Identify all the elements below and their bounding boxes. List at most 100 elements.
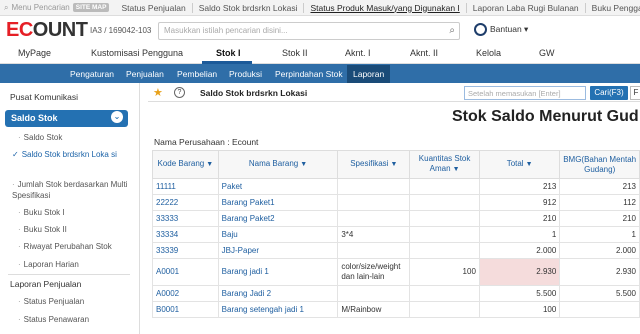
global-search-input[interactable]: Masukkan istilah pencarian disini... ⌕: [158, 22, 460, 40]
subnav-laporan[interactable]: Laporan: [347, 65, 391, 83]
cell-total: 2.930: [478, 258, 561, 286]
cell-safe-qty: [409, 194, 480, 211]
top-tab-buku-penggajian[interactable]: Buku Penggajian: [586, 3, 640, 13]
cell-name[interactable]: JBJ-Paper: [217, 242, 339, 259]
nav-aknt-ii[interactable]: Aknt. II: [410, 48, 438, 58]
cell-name[interactable]: Barang jadi 1: [217, 258, 339, 286]
cell-spec: [337, 194, 411, 211]
nav-aknt-i[interactable]: Aknt. I: [345, 48, 371, 58]
cell-bmg: 2.000: [559, 242, 640, 259]
nav-kelola[interactable]: Kelola: [476, 48, 501, 58]
subnav-pembelian[interactable]: Pembelian: [177, 69, 217, 79]
sidebar-item-status-penawaran[interactable]: · Status Penawaran: [18, 314, 136, 325]
nav-gw[interactable]: GW: [539, 48, 555, 58]
subnav-produksi[interactable]: Produksi: [229, 69, 262, 79]
cell-name[interactable]: Barang Paket1: [217, 194, 339, 211]
cell-name[interactable]: Barang setengah jadi 1: [217, 301, 339, 318]
cell-safe-qty: [409, 178, 480, 195]
subnav-pengaturan[interactable]: Pengaturan: [70, 69, 114, 79]
check-icon: ✓: [12, 150, 19, 159]
cell-total: 2.000: [478, 242, 561, 259]
help-menu[interactable]: Bantuan ▾: [474, 23, 528, 36]
col-header-nama-barang[interactable]: Nama Barang ▼: [217, 150, 339, 179]
page-title: Saldo Stok brdsrkn Lokasi: [200, 88, 308, 98]
table-row: 11111 Paket 213 213: [152, 178, 640, 195]
cell-code[interactable]: A0002: [152, 285, 219, 302]
sort-down-icon: ▼: [206, 161, 214, 168]
top-tab-status-produk[interactable]: Status Produk Masuk/yang Digunakan I: [304, 2, 467, 13]
sidebar: Pusat Komunikasi Saldo Stok ⌄ · Saldo Sto…: [0, 83, 140, 334]
cell-bmg: [559, 301, 640, 318]
table-row: 22222 Barang Paket1 912 112: [152, 194, 640, 211]
sort-down-icon: ▼: [390, 161, 398, 168]
cell-bmg: 2.930: [559, 258, 640, 286]
cell-code[interactable]: 22222: [152, 194, 219, 211]
cell-safe-qty: [409, 301, 480, 318]
cell-safe-qty: [409, 242, 480, 259]
subnav-perpindahan-stok[interactable]: Perpindahan Stok: [275, 69, 343, 79]
extra-button[interactable]: F: [630, 86, 640, 100]
cell-safe-qty: 100: [409, 258, 480, 286]
cell-bmg: 112: [559, 194, 640, 211]
help-question-icon[interactable]: ?: [174, 87, 185, 98]
sidebar-item-laporan-harian[interactable]: · Laporan Harian: [18, 259, 136, 270]
ecount-logo[interactable]: ECOUNT: [6, 19, 88, 42]
col-header-kode-barang[interactable]: Kode Barang ▼: [152, 150, 219, 179]
cell-total: 1: [478, 226, 561, 243]
col-header-kuantitas-stok-aman[interactable]: Kuantitas Stok Aman ▼: [409, 150, 480, 179]
nav-mypage[interactable]: MyPage: [18, 48, 51, 58]
search-placeholder: Masukkan istilah pencarian disini...: [164, 26, 288, 35]
menu-search[interactable]: ⌕ Menu Pencarian: [0, 3, 70, 13]
cell-name[interactable]: Paket: [217, 178, 339, 195]
cell-code[interactable]: 11111: [152, 178, 219, 195]
nav-kustomisasi-pengguna[interactable]: Kustomisasi Pengguna: [91, 48, 183, 58]
top-tab-saldo-stok-lokasi[interactable]: Saldo Stok brdsrkn Lokasi: [193, 2, 305, 13]
col-header-total[interactable]: Total ▼: [478, 150, 561, 179]
top-tab-laporan-laba-rugi[interactable]: Laporan Laba Rugi Bulanan: [467, 2, 586, 13]
sidebar-selected-saldo-stok[interactable]: Saldo Stok ⌄: [5, 110, 128, 127]
chevron-down-icon[interactable]: ⌄: [111, 111, 123, 123]
top-tab-status-penjualan[interactable]: Status Penjualan: [115, 2, 193, 13]
quick-search-input[interactable]: Setelah memasukan [Enter]: [464, 86, 586, 100]
sidebar-item-saldo-stok-lokasi[interactable]: ✓ Saldo Stok brdsrkn Loka si: [12, 149, 136, 160]
top-tab-strip: ⌕ Menu Pencarian SITE MAP Status Penjual…: [0, 0, 640, 16]
table-row: 33334 Baju 3*4 1 1: [152, 226, 640, 243]
content-toolbar: ★ ? Saldo Stok brdsrkn Lokasi Setelah me…: [148, 83, 640, 102]
cell-code[interactable]: 33333: [152, 210, 219, 227]
nav-stok-i[interactable]: Stok I: [216, 48, 241, 58]
sidebar-section-laporan-penjualan[interactable]: Laporan Penjualan: [10, 279, 81, 289]
subnav-penjualan[interactable]: Penjualan: [126, 69, 164, 79]
cell-safe-qty: [409, 210, 480, 227]
cell-code[interactable]: 33339: [152, 242, 219, 259]
sort-down-icon: ▼: [525, 161, 533, 168]
cell-code[interactable]: B0001: [152, 301, 219, 318]
cell-code[interactable]: A0001: [152, 258, 219, 286]
sidebar-item-status-penjualan[interactable]: · Status Penjualan: [18, 296, 136, 307]
sidebar-section-pusat-komunikasi[interactable]: Pusat Komunikasi: [10, 92, 78, 102]
cell-code[interactable]: 33334: [152, 226, 219, 243]
cell-name[interactable]: Baju: [217, 226, 339, 243]
cell-name[interactable]: Barang Jadi 2: [217, 285, 339, 302]
nav-stok-ii[interactable]: Stok II: [282, 48, 308, 58]
table-header-row: Kode Barang ▼ Nama Barang ▼ Spesifikasi ▼ K…: [152, 150, 640, 179]
cell-spec: 3*4: [337, 226, 411, 243]
col-header-spesifikasi[interactable]: Spesifikasi ▼: [337, 150, 411, 179]
table-row: A0002 Barang Jadi 2 5.500 5.500: [152, 285, 640, 302]
stock-table: Kode Barang ▼ Nama Barang ▼ Spesifikasi ▼ K…: [152, 150, 640, 318]
cell-spec: [337, 285, 411, 302]
favorite-star-icon[interactable]: ★: [153, 86, 163, 99]
cell-name[interactable]: Barang Paket2: [217, 210, 339, 227]
sidebar-item-buku-stok-ii[interactable]: · Buku Stok II: [18, 224, 136, 235]
search-icon[interactable]: ⌕: [449, 25, 455, 36]
main-nav: MyPage Kustomisasi Pengguna Stok I Stok …: [0, 45, 640, 64]
search-button[interactable]: Cari(F3): [590, 86, 628, 100]
sidebar-item-riwayat-perubahan-stok[interactable]: · Riwayat Perubahan Stok: [18, 241, 136, 252]
sidebar-item-saldo-stok[interactable]: · Saldo Stok: [18, 132, 136, 143]
sitemap-button[interactable]: SITE MAP: [72, 3, 110, 12]
col-header-bmg[interactable]: BMG(Bahan Mentah Gudang): [559, 150, 640, 179]
sidebar-item-buku-stok-i[interactable]: · Buku Stok I: [18, 207, 136, 218]
sidebar-item-jumlah-stok-multi-spesifikasi[interactable]: · Jumlah Stok berdasarkan Multi Spesifika…: [12, 179, 136, 201]
table-row: 33339 JBJ-Paper 2.000 2.000: [152, 242, 640, 259]
help-label: Bantuan ▾: [490, 24, 529, 34]
sub-nav: Pengaturan Penjualan Pembelian Produksi …: [0, 64, 640, 83]
